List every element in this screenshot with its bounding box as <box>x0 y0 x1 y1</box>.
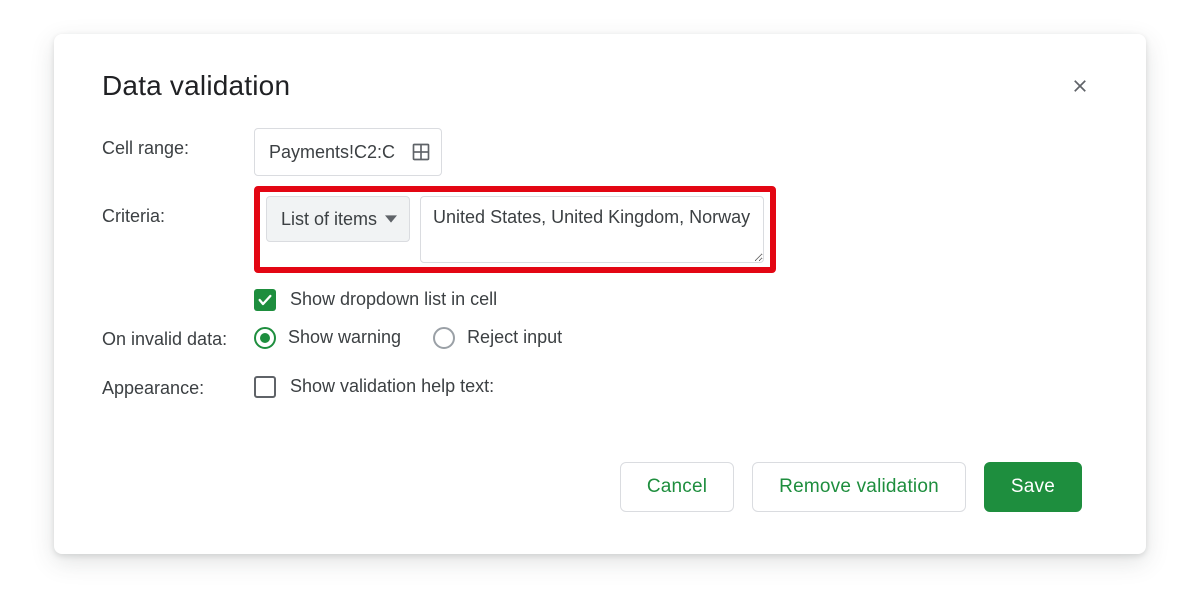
caret-down-icon <box>385 213 397 225</box>
remove-validation-button[interactable]: Remove validation <box>752 462 966 512</box>
dialog-title: Data validation <box>102 70 290 102</box>
grid-select-icon[interactable] <box>411 142 431 162</box>
cell-range-row: Cell range: Payments!C2:C <box>102 128 1096 176</box>
on-invalid-label: On invalid data: <box>102 327 254 350</box>
data-validation-dialog: Data validation Cell range: Payments!C2:… <box>54 34 1146 554</box>
criteria-label: Criteria: <box>102 186 254 227</box>
criteria-items-input[interactable] <box>420 196 764 263</box>
criteria-type-value: List of items <box>281 209 377 230</box>
reject-input-label: Reject input <box>467 327 562 348</box>
on-invalid-row: On invalid data: Show warning Reject inp… <box>102 327 1096 350</box>
criteria-highlight-annotation: List of items <box>254 186 776 273</box>
criteria-type-dropdown[interactable]: List of items <box>266 196 410 242</box>
save-button[interactable]: Save <box>984 462 1082 512</box>
reject-input-radio-item[interactable]: Reject input <box>433 327 562 349</box>
checkmark-icon <box>257 292 273 308</box>
appearance-row: Appearance: Show validation help text: <box>102 376 1096 399</box>
on-invalid-radio-group: Show warning Reject input <box>254 327 1096 349</box>
cell-range-input[interactable]: Payments!C2:C <box>254 128 442 176</box>
close-button[interactable] <box>1064 70 1096 102</box>
appearance-label: Appearance: <box>102 376 254 399</box>
reject-input-radio[interactable] <box>433 327 455 349</box>
show-dropdown-label: Show dropdown list in cell <box>290 289 497 310</box>
cell-range-value: Payments!C2:C <box>269 142 395 163</box>
show-help-text-checkbox[interactable] <box>254 376 276 398</box>
show-help-text-row: Show validation help text: <box>254 376 1096 398</box>
dialog-button-row: Cancel Remove validation Save <box>620 462 1082 512</box>
show-warning-radio[interactable] <box>254 327 276 349</box>
show-dropdown-row: Show dropdown list in cell <box>254 289 1096 311</box>
cancel-button[interactable]: Cancel <box>620 462 734 512</box>
show-help-text-label: Show validation help text: <box>290 376 494 397</box>
close-icon <box>1071 77 1089 95</box>
criteria-row: Criteria: List of items <box>102 186 1096 273</box>
cell-range-label: Cell range: <box>102 128 254 159</box>
dialog-header: Data validation <box>102 70 1096 102</box>
show-warning-label: Show warning <box>288 327 401 348</box>
show-dropdown-checkbox[interactable] <box>254 289 276 311</box>
show-warning-radio-item[interactable]: Show warning <box>254 327 401 349</box>
